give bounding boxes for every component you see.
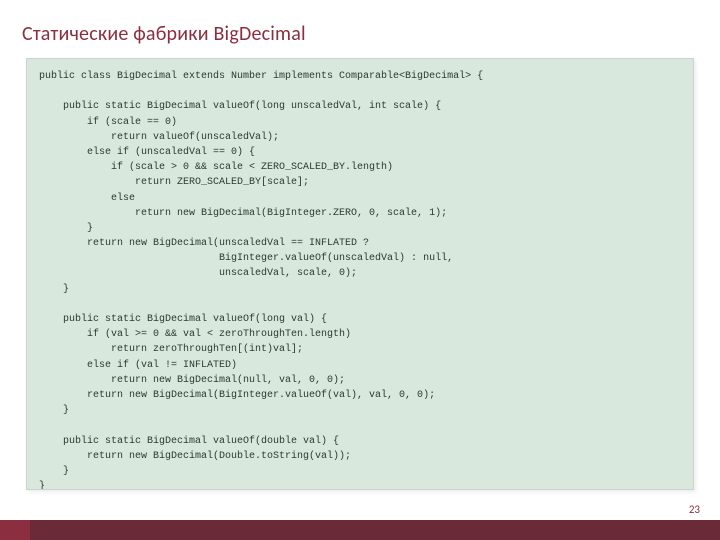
- footer-accent: [0, 520, 30, 540]
- slide-title: Статические фабрики BigDecimal: [22, 22, 306, 46]
- page-number: 23: [689, 503, 700, 516]
- code-block: public class BigDecimal extends Number i…: [26, 58, 694, 490]
- footer-bar: [0, 520, 720, 540]
